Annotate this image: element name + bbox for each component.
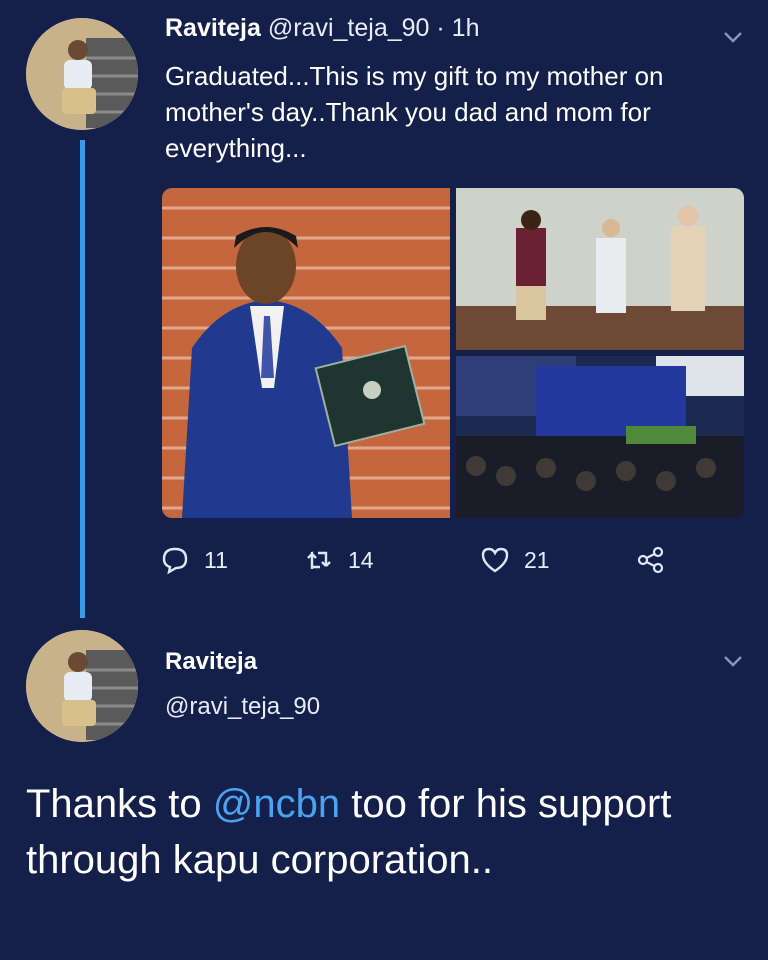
like-action[interactable]: 21 xyxy=(480,540,550,580)
avatar-photo xyxy=(26,18,138,130)
reply-action[interactable]: 11 xyxy=(160,540,228,580)
display-name[interactable]: Raviteja xyxy=(165,648,257,676)
display-name[interactable]: Raviteja xyxy=(165,14,261,42)
share-icon xyxy=(637,546,664,574)
reply-text: Thanks to @ncbn too for his support thro… xyxy=(26,776,726,888)
avatar[interactable] xyxy=(26,630,138,742)
photo-graduation-crowd[interactable] xyxy=(456,356,744,518)
user-handle[interactable]: @ravi_teja_90 xyxy=(165,693,320,721)
tweet-media[interactable] xyxy=(162,188,744,518)
retweet-action[interactable]: 14 xyxy=(304,540,374,580)
mention-link[interactable]: @ncbn xyxy=(213,782,340,826)
user-handle[interactable]: @ravi_teja_90 xyxy=(268,14,430,42)
tweet-text: Graduated...This is my gift to my mother… xyxy=(165,61,664,163)
chevron-down-icon[interactable] xyxy=(722,26,744,48)
tweet-actions: 11 14 21 xyxy=(160,540,720,580)
tweet-header: Raviteja @ravi_teja_90 · 1h xyxy=(165,14,479,43)
reply-text-start: Thanks to xyxy=(26,782,213,826)
like-count: 21 xyxy=(524,546,550,573)
timestamp[interactable]: 1h xyxy=(452,14,480,42)
thread-line xyxy=(80,140,85,618)
separator: · xyxy=(436,14,445,42)
chevron-down-icon[interactable] xyxy=(722,650,744,672)
avatar[interactable] xyxy=(26,18,138,130)
photo-diploma-ceremony[interactable] xyxy=(456,188,744,350)
reply-icon xyxy=(162,547,188,575)
share-action[interactable] xyxy=(636,540,666,580)
like-icon xyxy=(481,547,509,573)
reply-count: 11 xyxy=(204,546,228,573)
avatar-photo xyxy=(26,630,138,742)
photo-graduate-portrait[interactable] xyxy=(162,188,450,518)
retweet-icon xyxy=(307,551,331,569)
retweet-count: 14 xyxy=(348,546,374,573)
